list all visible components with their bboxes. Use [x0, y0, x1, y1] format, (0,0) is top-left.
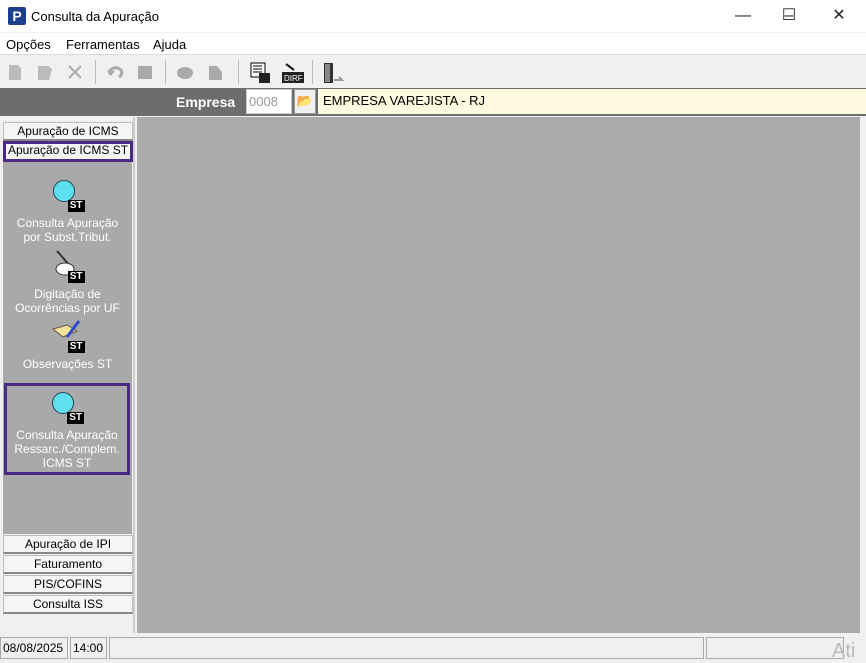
undo-icon[interactable] — [105, 62, 125, 82]
close-button[interactable]: ✕ — [816, 0, 862, 32]
consulta-st-icon: ST — [51, 178, 85, 212]
item-label: Observações ST — [22, 357, 113, 371]
empresa-name-field: EMPRESA VAREJISTA - RJ — [318, 89, 866, 114]
icon-panel: ST Consulta Apuração por Subst.Tribut. S… — [3, 162, 132, 534]
edit-icon[interactable] — [35, 62, 55, 82]
digitacao-st-icon: ST — [51, 249, 85, 283]
item-label: ICMS ST — [42, 456, 92, 470]
menu-ferramentas[interactable]: Ferramentas — [66, 37, 140, 52]
main-workspace — [137, 117, 860, 633]
status-time: 14:00 — [70, 637, 107, 659]
report-icon[interactable] — [250, 62, 270, 83]
dirf-icon[interactable]: DIRF — [280, 62, 306, 83]
item-consulta-ressarc-complem[interactable]: ST Consulta Apuração Ressarc./Complem. I… — [4, 383, 130, 475]
new-icon[interactable] — [5, 62, 25, 82]
maximize-button[interactable]: ☐ — [766, 0, 812, 32]
activation-watermark: Ati — [832, 640, 856, 662]
observacoes-st-icon: ST — [51, 319, 85, 353]
status-bar: 08/08/2025 14:00 — [0, 634, 866, 661]
svg-text:DIRF: DIRF — [284, 74, 303, 83]
tab-apuracao-icms-st[interactable]: Apuração de ICMS ST — [3, 141, 133, 162]
tab-apuracao-ipi[interactable]: Apuração de IPI — [3, 535, 133, 554]
tab-faturamento[interactable]: Faturamento — [3, 555, 133, 574]
app-icon: P — [8, 7, 26, 25]
toolbar: DIRF — [0, 56, 866, 87]
item-observacoes-st[interactable]: ST Observações ST — [3, 319, 132, 371]
window-title: Consulta da Apuração — [31, 9, 159, 24]
status-message — [109, 637, 704, 659]
consulta-ressarc-st-icon: ST — [50, 390, 84, 424]
open-folder-button[interactable]: 📂 — [294, 89, 316, 114]
item-label: Ressarc./Complem. — [14, 442, 120, 456]
item-label: Digitação de — [34, 287, 101, 301]
item-label: por Subst.Tribut. — [23, 230, 112, 244]
delete-icon[interactable] — [65, 62, 85, 82]
item-digitacao-ocorrencias[interactable]: ST Digitação de Ocorrências por UF — [3, 249, 132, 315]
item-label: Consulta Apuração — [16, 428, 118, 442]
tab-consulta-iss[interactable]: Consulta ISS — [3, 595, 133, 614]
item-label: Ocorrências por UF — [15, 301, 120, 315]
print-icon[interactable] — [175, 62, 195, 82]
item-consulta-apuracao-st[interactable]: ST Consulta Apuração por Subst.Tribut. — [3, 178, 132, 244]
menu-ajuda[interactable]: Ajuda — [153, 37, 186, 52]
empresa-label: Empresa — [176, 94, 236, 110]
folder-icon: 📂 — [296, 93, 314, 108]
stop-icon[interactable] — [135, 62, 155, 82]
status-panel — [706, 637, 844, 659]
title-bar: P Consulta da Apuração – — ☐ ✕ — [0, 0, 866, 32]
item-label: Consulta Apuração — [16, 216, 119, 230]
print-preview-icon[interactable] — [205, 62, 225, 82]
menu-bar: Opções Ferramentas Ajuda — [0, 33, 866, 55]
tab-pis-cofins[interactable]: PIS/COFINS — [3, 575, 133, 594]
status-date: 08/08/2025 — [0, 637, 68, 659]
exit-icon[interactable] — [322, 62, 345, 83]
menu-opcoes[interactable]: Opções — [6, 37, 51, 52]
tab-apuracao-icms[interactable]: Apuração de ICMS — [3, 122, 133, 141]
minimize-window-button[interactable]: — — [720, 0, 766, 32]
empresa-code-field[interactable]: 0008 — [246, 89, 292, 114]
